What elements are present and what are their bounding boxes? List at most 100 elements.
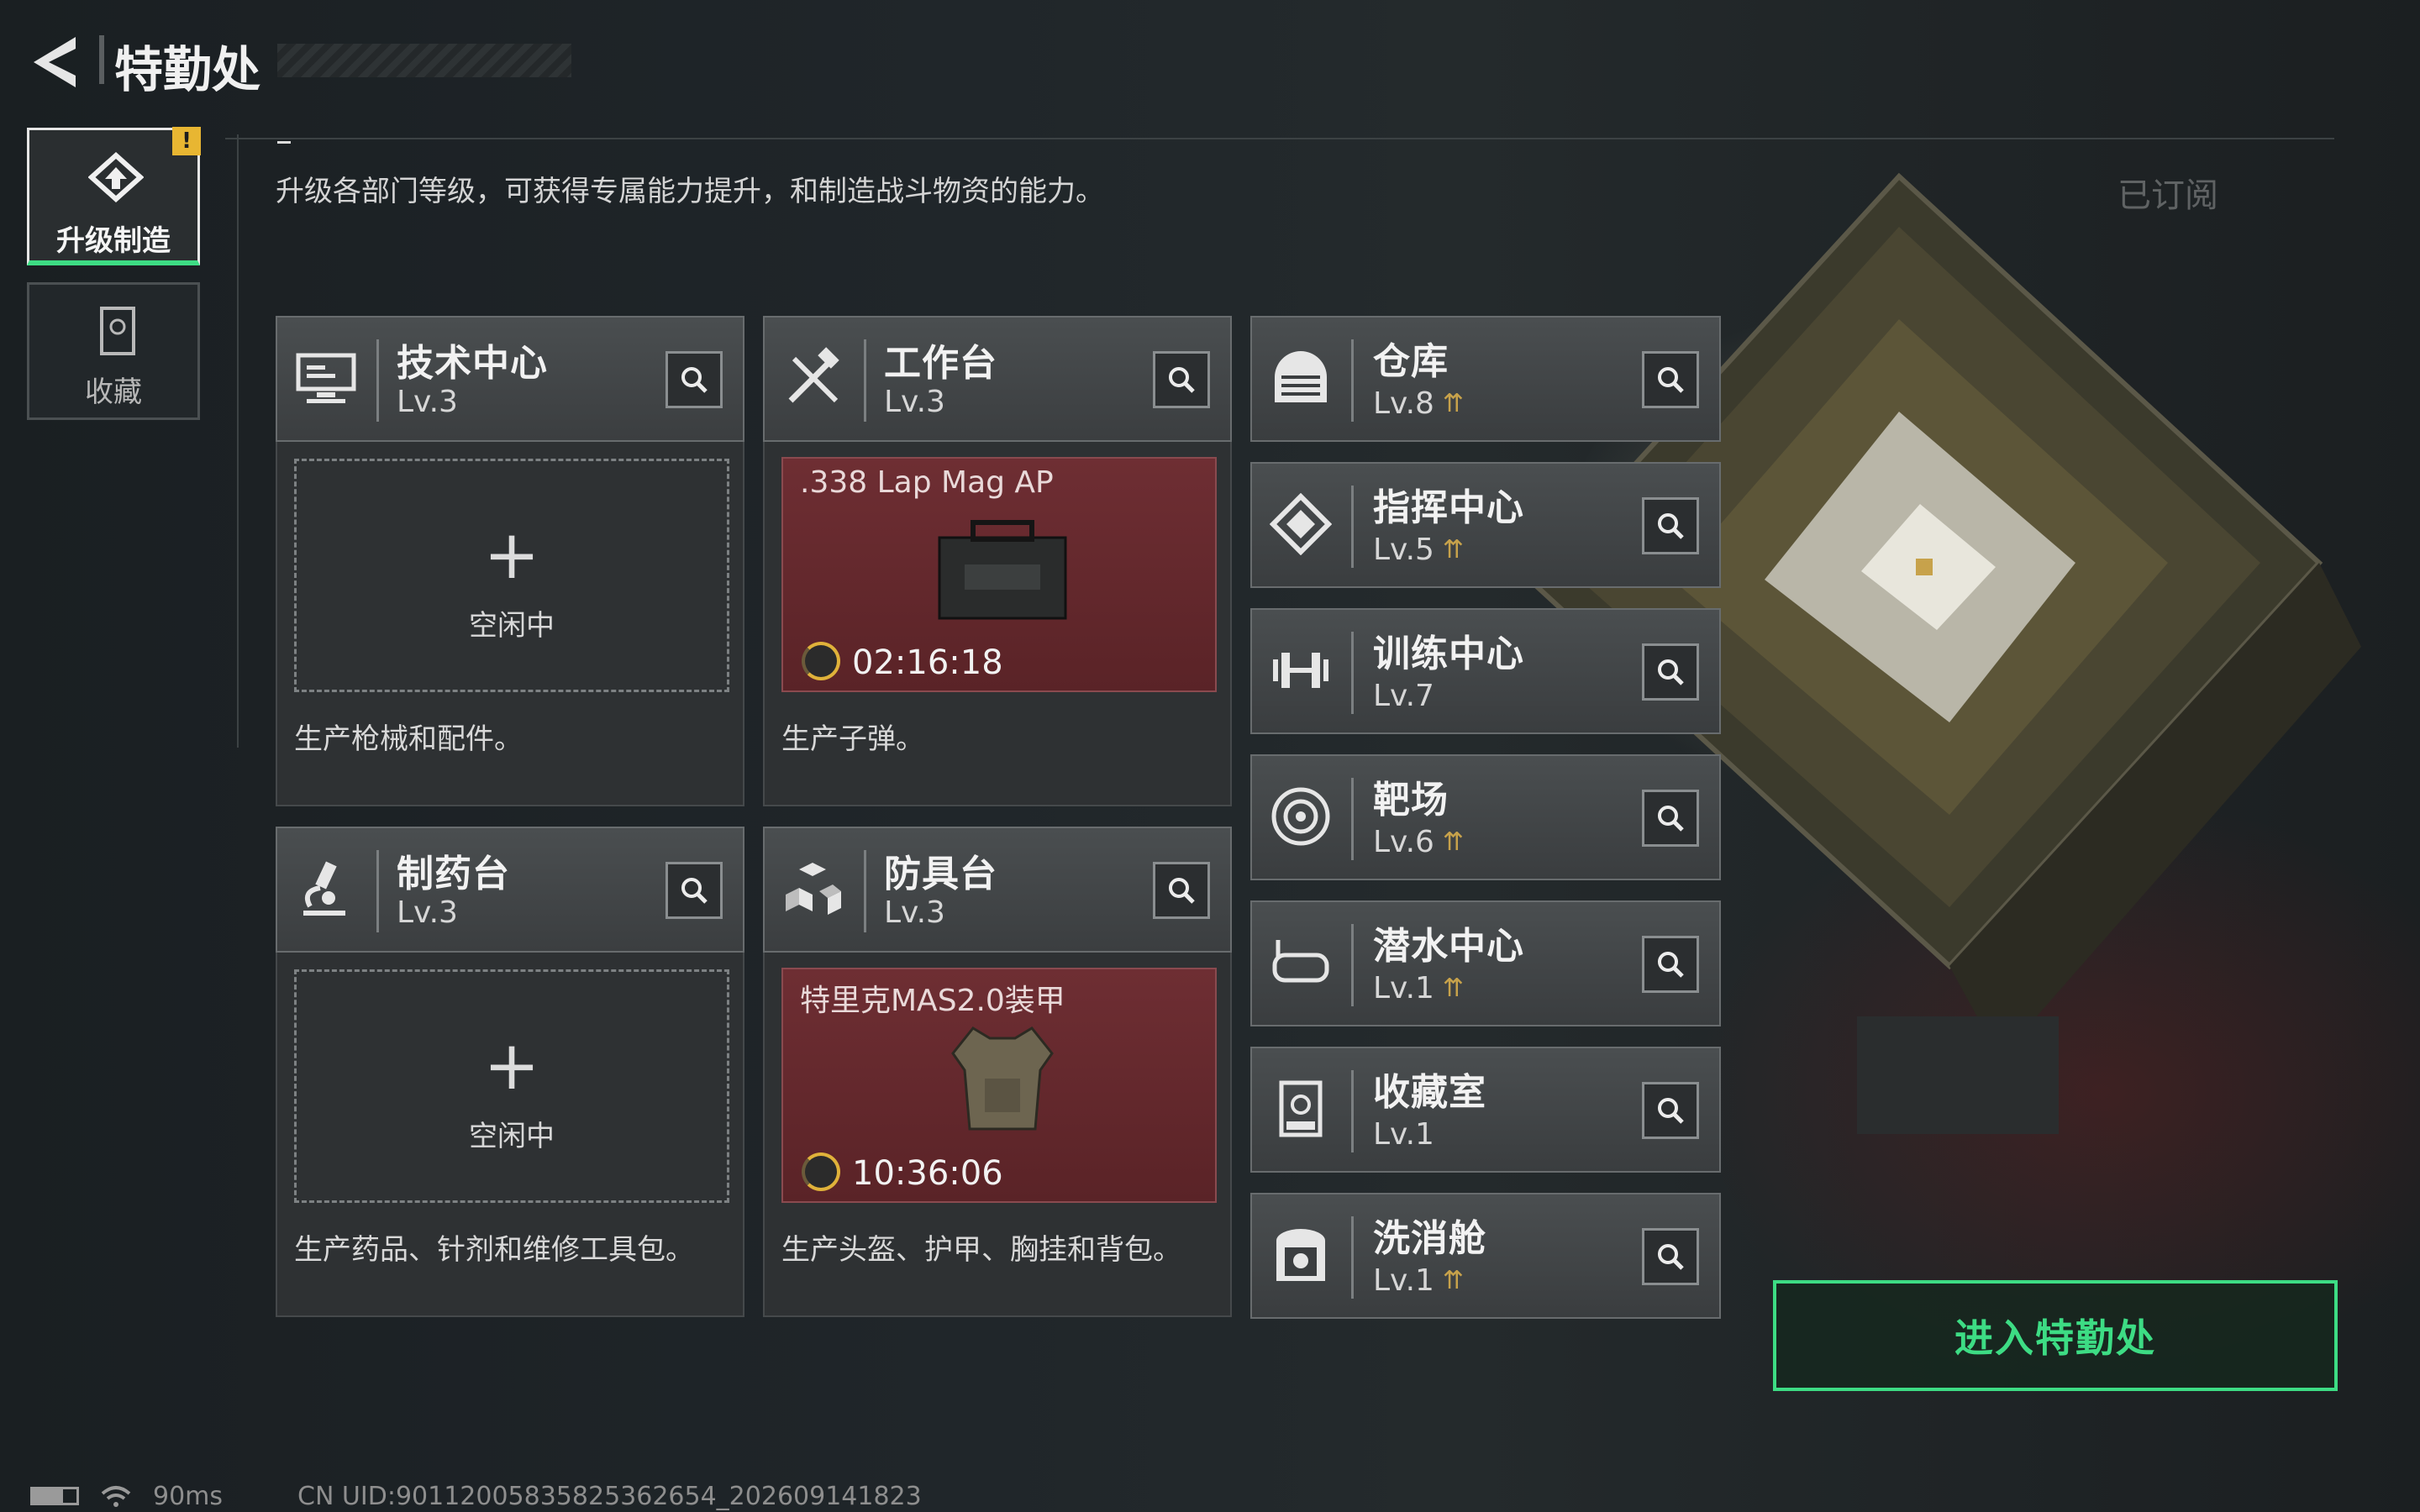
battery-icon [30, 1487, 79, 1505]
search-icon [1169, 878, 1195, 904]
card-divider [1351, 339, 1354, 422]
inspect-button[interactable] [1642, 1082, 1699, 1139]
facility-level: Lv.1 [1373, 1263, 1434, 1298]
top-rule [225, 138, 2334, 139]
ammo-box-image [938, 520, 1067, 620]
description-text: 升级各部门等级，可获得专属能力提升，和制造战斗物资的能力。 [276, 175, 1104, 208]
inspect-button[interactable] [1642, 790, 1699, 847]
facility-decon-chamber[interactable]: 洗消舱 Lv.1 ⇈ [1250, 1193, 1721, 1319]
workbench-card-tech-center[interactable]: 技术中心 Lv.3 [276, 316, 744, 442]
monitor-icon [292, 336, 360, 420]
rule-marker [277, 141, 291, 144]
upgrade-icon [88, 152, 144, 202]
left-rule [237, 134, 239, 748]
timer-clock-icon [802, 1152, 840, 1191]
back-arrow-icon[interactable] [30, 34, 81, 91]
search-icon [1658, 952, 1684, 978]
facility-name: 收藏室 [1373, 1071, 1486, 1114]
inspect-button[interactable] [666, 862, 723, 919]
upgrade-available-icon: ⇈ [1442, 1265, 1465, 1295]
facility-shooting-range[interactable]: 靶场 Lv.6 ⇈ [1250, 754, 1721, 880]
facility-warehouse[interactable]: 仓库 Lv.8 ⇈ [1250, 316, 1721, 442]
tools-icon [780, 336, 847, 420]
workbench-level: Lv.3 [884, 385, 945, 419]
workbench-card-armor[interactable]: 防具台 Lv.3 [763, 827, 1232, 953]
facility-name: 指挥中心 [1373, 486, 1524, 529]
inspect-button[interactable] [1153, 862, 1210, 919]
command-chip-icon [1267, 482, 1334, 566]
search-icon [1658, 1244, 1684, 1270]
workbench-level: Lv.3 [884, 895, 945, 930]
tab-upgrade-craft[interactable]: 升级制造 ! [27, 127, 201, 265]
enter-hq-button[interactable]: 进入特勤处 [1773, 1280, 2338, 1391]
page-title: 特勤处 [114, 41, 261, 98]
radiation-chamber-icon [1267, 1213, 1334, 1297]
idle-status: 空闲中 [469, 1120, 555, 1153]
workbench-desc: 生产药品、针剂和维修工具包。 [294, 1233, 694, 1267]
search-icon [1658, 806, 1684, 832]
search-icon [1658, 513, 1684, 539]
workbench-level: Lv.3 [397, 385, 458, 419]
facility-level: Lv.1 [1373, 1117, 1434, 1152]
diving-mask-icon [1267, 921, 1334, 1005]
search-icon [1658, 659, 1684, 685]
idle-slot[interactable]: + 空闲中 [294, 459, 729, 692]
facility-diving-center[interactable]: 潜水中心 Lv.1 ⇈ [1250, 900, 1721, 1026]
production-slot[interactable]: .338 Lap Mag AP 02:16:18 [781, 457, 1217, 692]
add-icon: + [483, 1026, 540, 1105]
wifi-icon [101, 1486, 131, 1507]
workbench-name: 防具台 [884, 853, 997, 895]
warehouse-icon [1267, 336, 1334, 420]
target-icon [1267, 774, 1334, 858]
workbench-desc: 生产头盔、护甲、胸挂和背包。 [781, 1233, 1181, 1267]
facility-level: Lv.8 [1373, 386, 1434, 421]
card-divider [1351, 924, 1354, 1006]
inspect-button[interactable] [1642, 643, 1699, 701]
production-item-name: 特里克MAS2.0装甲 [800, 984, 1065, 1018]
facility-name: 仓库 [1373, 340, 1449, 383]
display-case-icon [1267, 1067, 1334, 1151]
inspect-button[interactable] [1642, 351, 1699, 408]
production-slot[interactable]: 特里克MAS2.0装甲 10:36:06 [781, 968, 1217, 1203]
workbench-desc: 生产枪械和配件。 [294, 722, 523, 756]
workbench-level: Lv.3 [397, 895, 458, 930]
card-divider [864, 339, 866, 422]
facility-training-center[interactable]: 训练中心 Lv.7 [1250, 608, 1721, 734]
ping-readout: 90ms [153, 1482, 224, 1511]
card-divider [376, 850, 379, 932]
search-icon [681, 878, 708, 904]
upgrade-available-icon: ⇈ [1442, 827, 1465, 857]
card-divider [1351, 778, 1354, 860]
facility-command-center[interactable]: 指挥中心 Lv.5 ⇈ [1250, 462, 1721, 588]
facility-name: 靶场 [1373, 779, 1449, 822]
inspect-button[interactable] [1642, 1228, 1699, 1285]
inspect-button[interactable] [666, 351, 723, 408]
production-timer: 02:16:18 [852, 643, 1003, 682]
idle-status: 空闲中 [469, 609, 555, 643]
production-timer: 10:36:06 [852, 1154, 1003, 1193]
upgrade-available-icon: ⇈ [1442, 973, 1465, 1003]
microscope-icon [292, 847, 360, 931]
subscribed-label: 已订阅 [2118, 176, 2218, 215]
enter-hq-label: 进入特勤处 [1954, 1315, 2156, 1361]
workbench-card-workbench[interactable]: 工作台 Lv.3 [763, 316, 1232, 442]
tab-collection-label: 收藏 [85, 375, 142, 409]
inspect-button[interactable] [1642, 936, 1699, 993]
tab-collection[interactable]: 收藏 [27, 282, 200, 420]
inspect-button[interactable] [1642, 497, 1699, 554]
workbench-body-armor: 特里克MAS2.0装甲 10:36:06 生产头盔、护甲、胸挂和背包。 [763, 953, 1232, 1317]
facility-level: Lv.5 [1373, 533, 1434, 567]
card-divider [1351, 1070, 1354, 1152]
facility-name: 洗消舱 [1373, 1217, 1486, 1260]
facility-collection-room[interactable]: 收藏室 Lv.1 [1250, 1047, 1721, 1173]
workbench-card-pharmacy[interactable]: 制药台 Lv.3 [276, 827, 744, 953]
search-icon [1169, 367, 1195, 393]
upgrade-available-icon: ⇈ [1442, 388, 1465, 418]
inspect-button[interactable] [1153, 351, 1210, 408]
armor-blocks-icon [780, 847, 847, 931]
search-icon [1658, 1098, 1684, 1124]
alert-badge: ! [172, 127, 201, 155]
search-icon [681, 367, 708, 393]
workbench-name: 技术中心 [397, 342, 548, 385]
idle-slot[interactable]: + 空闲中 [294, 969, 729, 1203]
